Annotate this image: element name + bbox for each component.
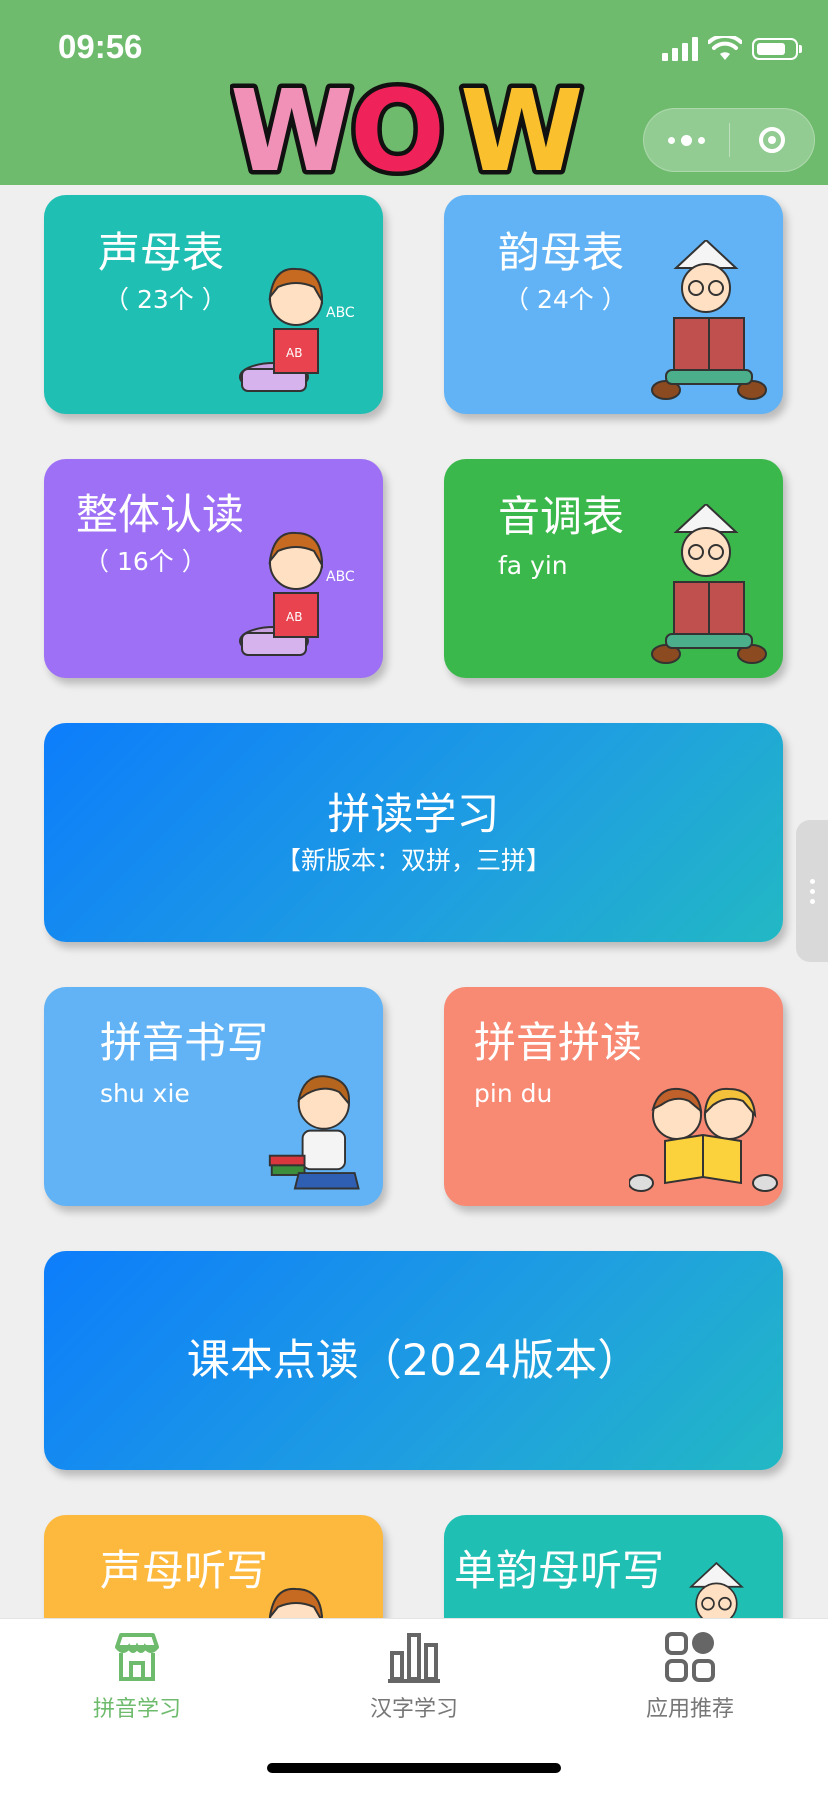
card-yindiao[interactable]: 音调表 fa yin xyxy=(444,459,783,678)
bar-chart-icon xyxy=(388,1633,440,1683)
tab-apps[interactable]: 应用推荐 xyxy=(590,1629,790,1723)
store-icon xyxy=(115,1633,159,1681)
tab-label: 汉字学习 xyxy=(369,1697,458,1722)
content-grid: 声母表 （ 23个 ） AB ABC 韵母表 （ 24个 ） 整体认读 （ 16… xyxy=(0,185,828,1618)
card-pinyin-pindu[interactable]: 拼音拼读 pin du xyxy=(444,987,783,1206)
card-zhengti[interactable]: 整体认读 （ 16个 ） AB ABC xyxy=(44,459,383,678)
svg-text:AB: AB xyxy=(286,346,302,360)
card-title: 课本点读（2024版本） xyxy=(186,1335,641,1386)
signal-icon xyxy=(662,37,698,61)
card-subtitle: fa yin xyxy=(498,551,568,580)
card-title: 拼音拼读 xyxy=(474,1018,643,1067)
card-subtitle: 【新版本：双拼，三拼】 xyxy=(275,845,551,875)
card-textbook[interactable]: 课本点读（2024版本） xyxy=(44,1251,783,1470)
boy-with-books-icon xyxy=(268,1075,360,1190)
card-pindu-study[interactable]: 拼读学习 【新版本：双拼，三拼】 xyxy=(44,723,783,942)
status-time: 09:56 xyxy=(58,28,143,65)
card-title: 拼读学习 xyxy=(327,789,500,840)
tab-label: 拼音学习 xyxy=(92,1697,181,1722)
card-title: 音调表 xyxy=(498,492,625,541)
card-subtitle: （ 24个 ） xyxy=(504,285,627,314)
svg-text:ABC: ABC xyxy=(326,305,355,321)
svg-text:ABC: ABC xyxy=(326,569,355,585)
kids-reading-icon xyxy=(629,1087,778,1192)
card-title: 单韵母听写 xyxy=(454,1546,665,1595)
wifi-icon xyxy=(708,36,742,60)
battery-icon xyxy=(752,38,802,60)
card-title: 整体认读 xyxy=(76,490,245,539)
tab-pinyin[interactable]: 拼音学习 xyxy=(37,1629,237,1723)
svg-text:W: W xyxy=(460,70,584,185)
girl-reading-icon xyxy=(268,1587,323,1618)
boy-reading-icon xyxy=(688,1561,744,1618)
more-menu-icon[interactable] xyxy=(644,134,729,146)
card-subtitle: （ 16个 ） xyxy=(84,547,207,576)
boy-reading-icon xyxy=(651,504,767,664)
card-subtitle: （ 23个 ） xyxy=(104,285,227,314)
status-icons xyxy=(662,36,802,62)
card-shengmu[interactable]: 声母表 （ 23个 ） AB ABC xyxy=(44,195,383,414)
tab-label: 应用推荐 xyxy=(645,1697,734,1722)
card-shengmu-tingxie[interactable]: 声母听写 xyxy=(44,1515,383,1618)
girl-reading-icon: AB ABC xyxy=(239,267,355,392)
card-danyunmu-tingxie[interactable]: 单韵母听写 xyxy=(444,1515,783,1618)
miniprogram-capsule xyxy=(643,108,815,172)
svg-text:W: W xyxy=(230,70,354,185)
card-title: 韵母表 xyxy=(498,228,625,277)
card-subtitle: pin du xyxy=(474,1079,553,1108)
header: 09:56 W O W xyxy=(0,0,828,185)
floating-side-handle[interactable] xyxy=(796,820,828,962)
card-title: 拼音书写 xyxy=(100,1018,269,1067)
card-title: 声母表 xyxy=(98,228,225,277)
boy-reading-icon xyxy=(651,240,767,400)
svg-text:O: O xyxy=(350,70,445,185)
close-target-icon[interactable] xyxy=(730,127,814,153)
grid-apps-icon xyxy=(665,1632,715,1682)
girl-reading-icon: AB ABC xyxy=(239,531,355,656)
card-yunmu[interactable]: 韵母表 （ 24个 ） xyxy=(444,195,783,414)
svg-text:AB: AB xyxy=(286,610,302,624)
card-subtitle: shu xie xyxy=(100,1079,190,1108)
card-shuxie[interactable]: 拼音书写 shu xie xyxy=(44,987,383,1206)
home-indicator xyxy=(267,1763,561,1773)
tab-hanzi[interactable]: 汉字学习 xyxy=(314,1629,514,1723)
wow-logo: W O W xyxy=(230,70,588,185)
